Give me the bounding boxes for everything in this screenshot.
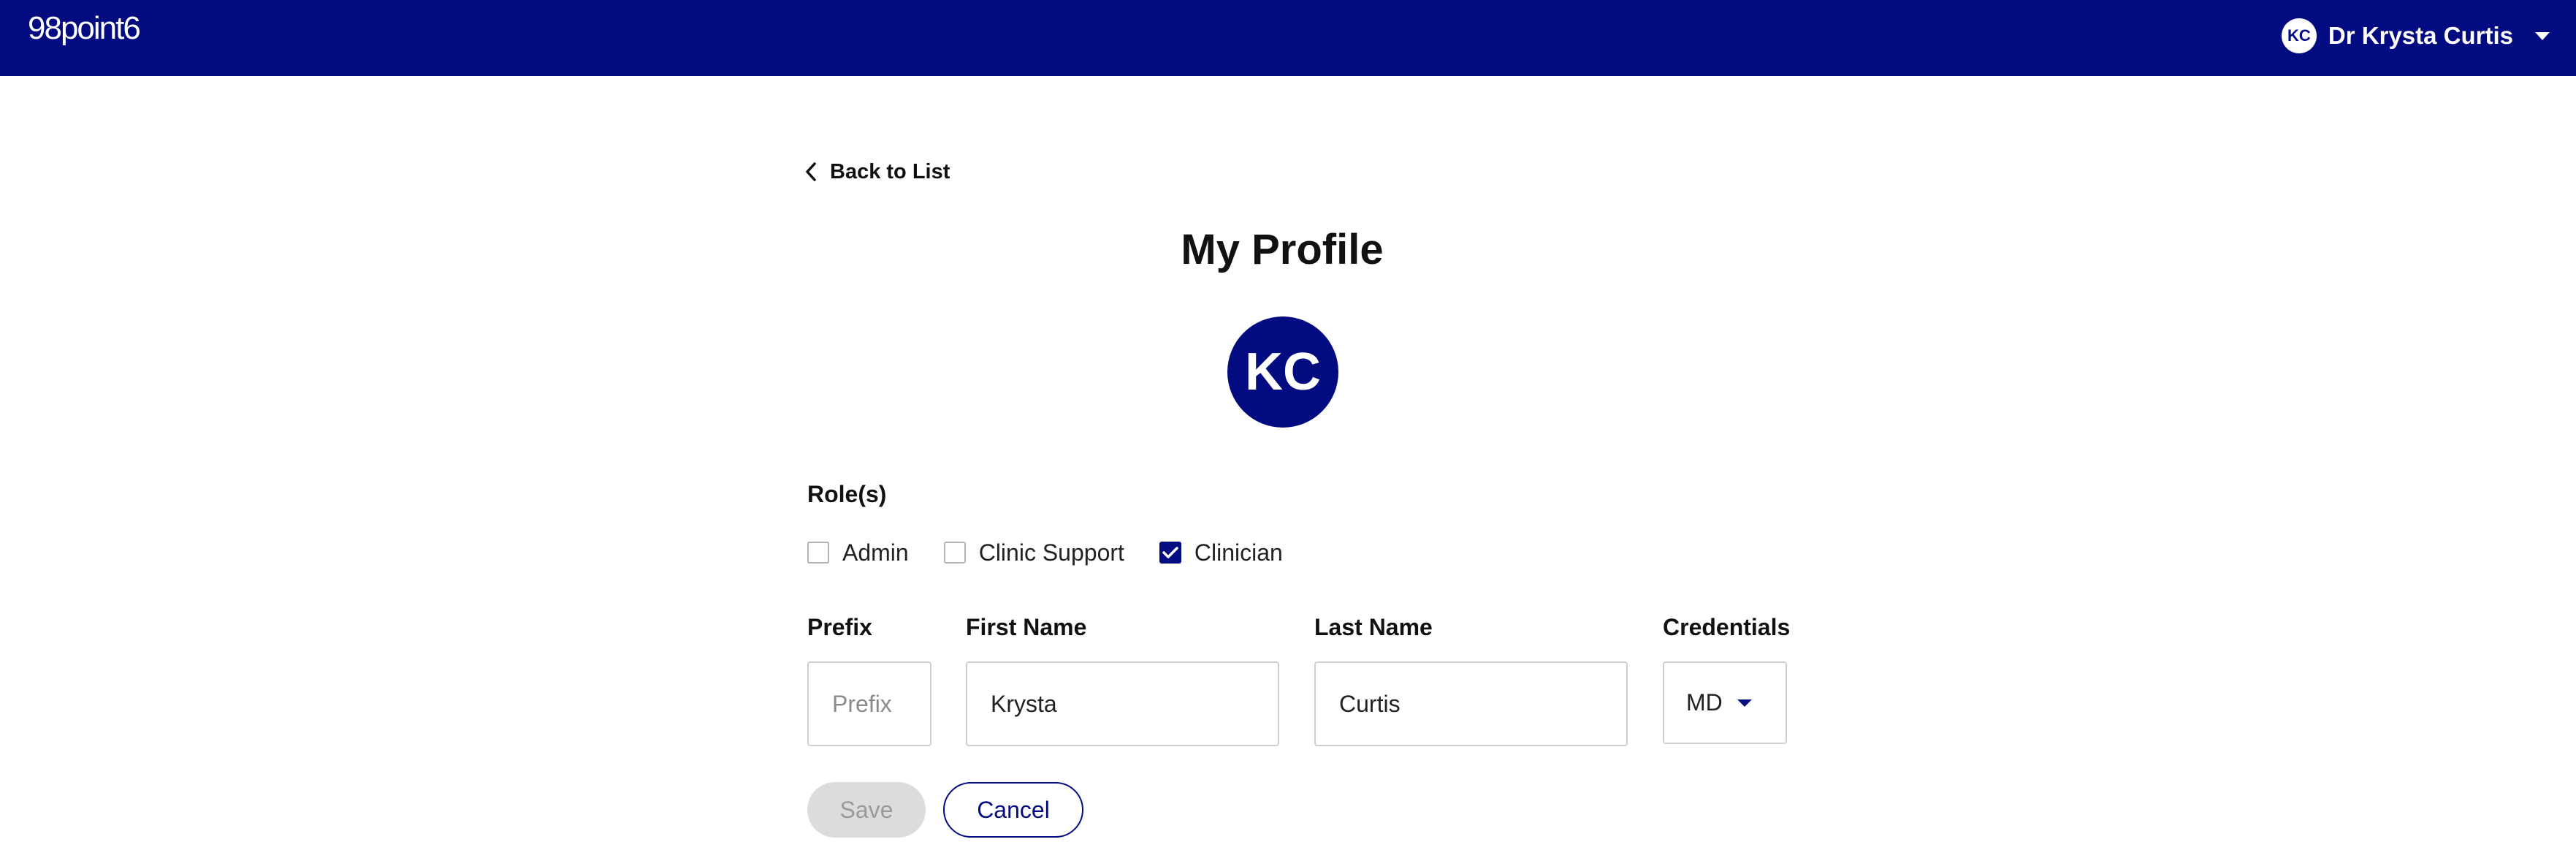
role-label: Clinic Support <box>978 539 1124 566</box>
user-name: Dr Krysta Curtis <box>2328 22 2513 49</box>
first-name-label: First Name <box>966 614 1087 640</box>
cancel-button[interactable]: Cancel <box>943 782 1083 838</box>
profile-avatar: KC <box>1227 316 1338 428</box>
page-title: My Profile <box>1181 226 1384 273</box>
role-admin[interactable]: Admin <box>807 539 909 566</box>
admin-checkbox[interactable] <box>807 542 829 564</box>
app-logo[interactable]: 98point6 <box>28 10 141 47</box>
role-label: Clinician <box>1194 539 1283 566</box>
credentials-value: MD <box>1686 689 1723 716</box>
user-avatar: KC <box>2281 18 2317 53</box>
caret-down-icon <box>2535 31 2550 40</box>
clinic-support-checkbox[interactable] <box>943 542 966 564</box>
role-label: Admin <box>842 539 909 566</box>
last-name-label: Last Name <box>1314 614 1433 640</box>
user-menu[interactable]: KC Dr Krysta Curtis <box>2281 18 2550 54</box>
top-bar: 98point6 KC Dr Krysta Curtis <box>0 0 2576 76</box>
role-clinic-support[interactable]: Clinic Support <box>943 539 1124 566</box>
caret-down-icon <box>1737 699 1752 707</box>
clinician-checkbox[interactable] <box>1159 542 1181 564</box>
first-name-input[interactable] <box>966 661 1279 746</box>
back-to-list-link[interactable]: Back to List <box>805 156 950 187</box>
prefix-input[interactable] <box>807 661 931 746</box>
credentials-label: Credentials <box>1663 614 1791 640</box>
roles-group: Admin Clinic Support Clinician <box>807 538 1318 567</box>
checkmark-icon <box>1162 547 1178 558</box>
save-button[interactable]: Save <box>807 782 926 838</box>
last-name-input[interactable] <box>1314 661 1628 746</box>
prefix-label: Prefix <box>807 614 872 640</box>
back-to-list-label: Back to List <box>830 159 950 183</box>
credentials-select[interactable]: MD <box>1663 661 1787 744</box>
roles-label: Role(s) <box>807 481 887 507</box>
chevron-left-icon <box>806 162 816 181</box>
role-clinician[interactable]: Clinician <box>1159 539 1283 566</box>
